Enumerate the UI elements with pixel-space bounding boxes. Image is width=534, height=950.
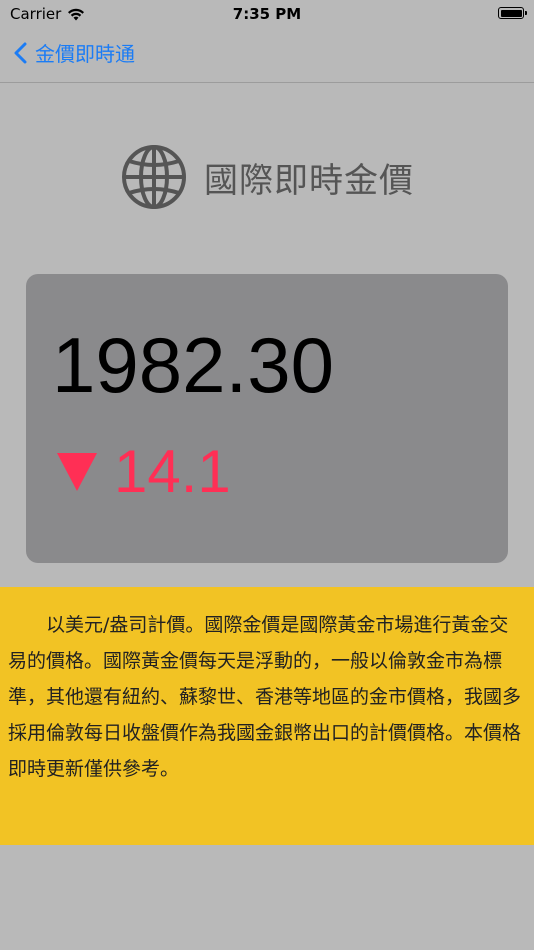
description-panel: 以美元/盎司計價。國際金價是國際黃金市場進行黃金交易的價格。國際黃金價每天是浮動… xyxy=(0,587,534,845)
battery-icon xyxy=(498,7,527,19)
page-title: 國際即時金價 xyxy=(204,160,414,201)
gold-price-value: 1982.30 xyxy=(52,321,334,409)
price-change-row: 14.1 xyxy=(56,442,231,502)
status-bar: Carrier 7:35 PM xyxy=(0,0,534,28)
back-button[interactable]: 金價即時通 xyxy=(14,38,135,67)
chevron-left-icon xyxy=(14,42,27,63)
price-change-value: 14.1 xyxy=(114,438,231,505)
down-triangle-icon xyxy=(57,453,97,491)
price-card: 1982.30 14.1 xyxy=(26,274,508,563)
back-button-label: 金價即時通 xyxy=(35,42,135,66)
status-time: 7:35 PM xyxy=(232,5,302,23)
description-text: 以美元/盎司計價。國際金價是國際黃金市場進行黃金交易的價格。國際黃金價每天是浮動… xyxy=(8,614,522,780)
globe-icon xyxy=(122,145,186,209)
navigation-bar: 金價即時通 xyxy=(0,28,534,83)
page-header: 國際即時金價 xyxy=(0,143,534,211)
